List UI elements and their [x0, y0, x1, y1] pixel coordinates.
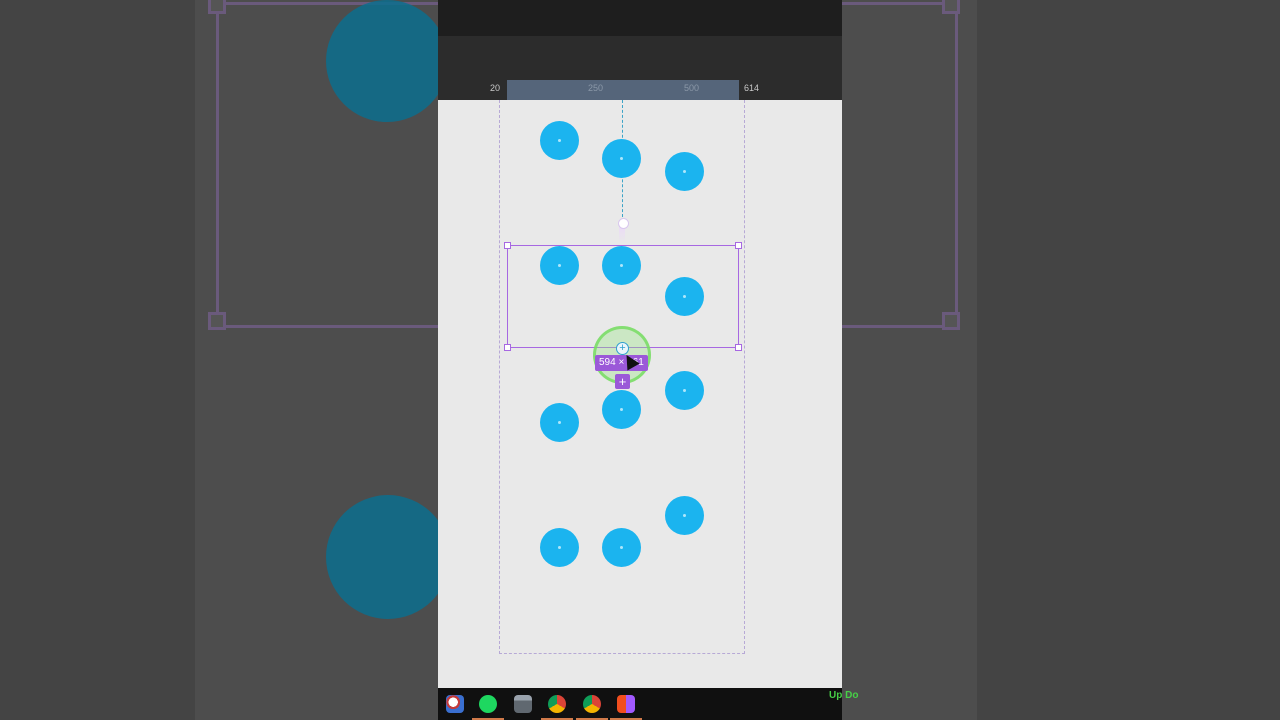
circle-shape[interactable] [602, 390, 641, 429]
circle-shape[interactable] [540, 403, 579, 442]
resize-handle-bottom-left[interactable] [504, 344, 511, 351]
circle-center-marker [683, 514, 686, 517]
chrome-icon[interactable] [576, 695, 608, 720]
toolbar [438, 36, 842, 80]
resize-handle-top-right[interactable] [735, 242, 742, 249]
horizontal-ruler[interactable]: 20 250 500 614 [438, 80, 842, 100]
blurred-background-left [0, 0, 438, 720]
ruler-selection-range [507, 80, 739, 100]
circle-center-marker [620, 157, 623, 160]
taskbar [438, 688, 842, 720]
calculator-icon[interactable] [514, 695, 532, 713]
blurred-handle [208, 312, 226, 330]
blurred-background-right [842, 0, 1280, 720]
circle-shape[interactable] [602, 139, 641, 178]
ruler-tick-right: 614 [744, 83, 760, 93]
circle-center-marker [558, 139, 561, 142]
title-bar [438, 0, 842, 36]
ruler-tick: 250 [588, 83, 604, 93]
circle-center-marker [683, 389, 686, 392]
circle-shape[interactable] [540, 121, 579, 160]
spotify-icon[interactable] [472, 695, 504, 720]
resize-handle-bottom-right[interactable] [735, 344, 742, 351]
design-canvas[interactable]: + 594 × 261 + [438, 100, 842, 688]
chrome-profile-icon[interactable] [541, 695, 573, 720]
blurred-handle [208, 0, 226, 14]
circle-shape[interactable] [602, 528, 641, 567]
circle-shape[interactable] [665, 152, 704, 191]
blurred-dot [326, 495, 438, 619]
paint-app-icon[interactable] [446, 695, 464, 713]
blurred-selection-rect [842, 2, 958, 328]
resize-handle-top-left[interactable] [504, 242, 511, 249]
circle-shape[interactable] [665, 371, 704, 410]
circle-shape[interactable] [540, 528, 579, 567]
ruler-tick-left: 20 [490, 83, 501, 93]
circle-center-marker [558, 546, 561, 549]
status-text: Up Do [829, 690, 859, 701]
ruler-tick: 500 [684, 83, 700, 93]
guide-knob[interactable] [618, 218, 629, 229]
figma-icon[interactable] [610, 695, 642, 720]
circle-center-marker [683, 170, 686, 173]
circle-center-marker [620, 408, 623, 411]
circle-center-marker [558, 421, 561, 424]
blurred-dot [326, 0, 438, 122]
blurred-handle [942, 312, 960, 330]
add-plus-icon[interactable]: + [615, 374, 630, 389]
design-app-window: 20 250 500 614 + 594 × 261 + [438, 0, 842, 720]
circle-center-marker [620, 546, 623, 549]
circle-shape[interactable] [665, 496, 704, 535]
blurred-handle [942, 0, 960, 14]
